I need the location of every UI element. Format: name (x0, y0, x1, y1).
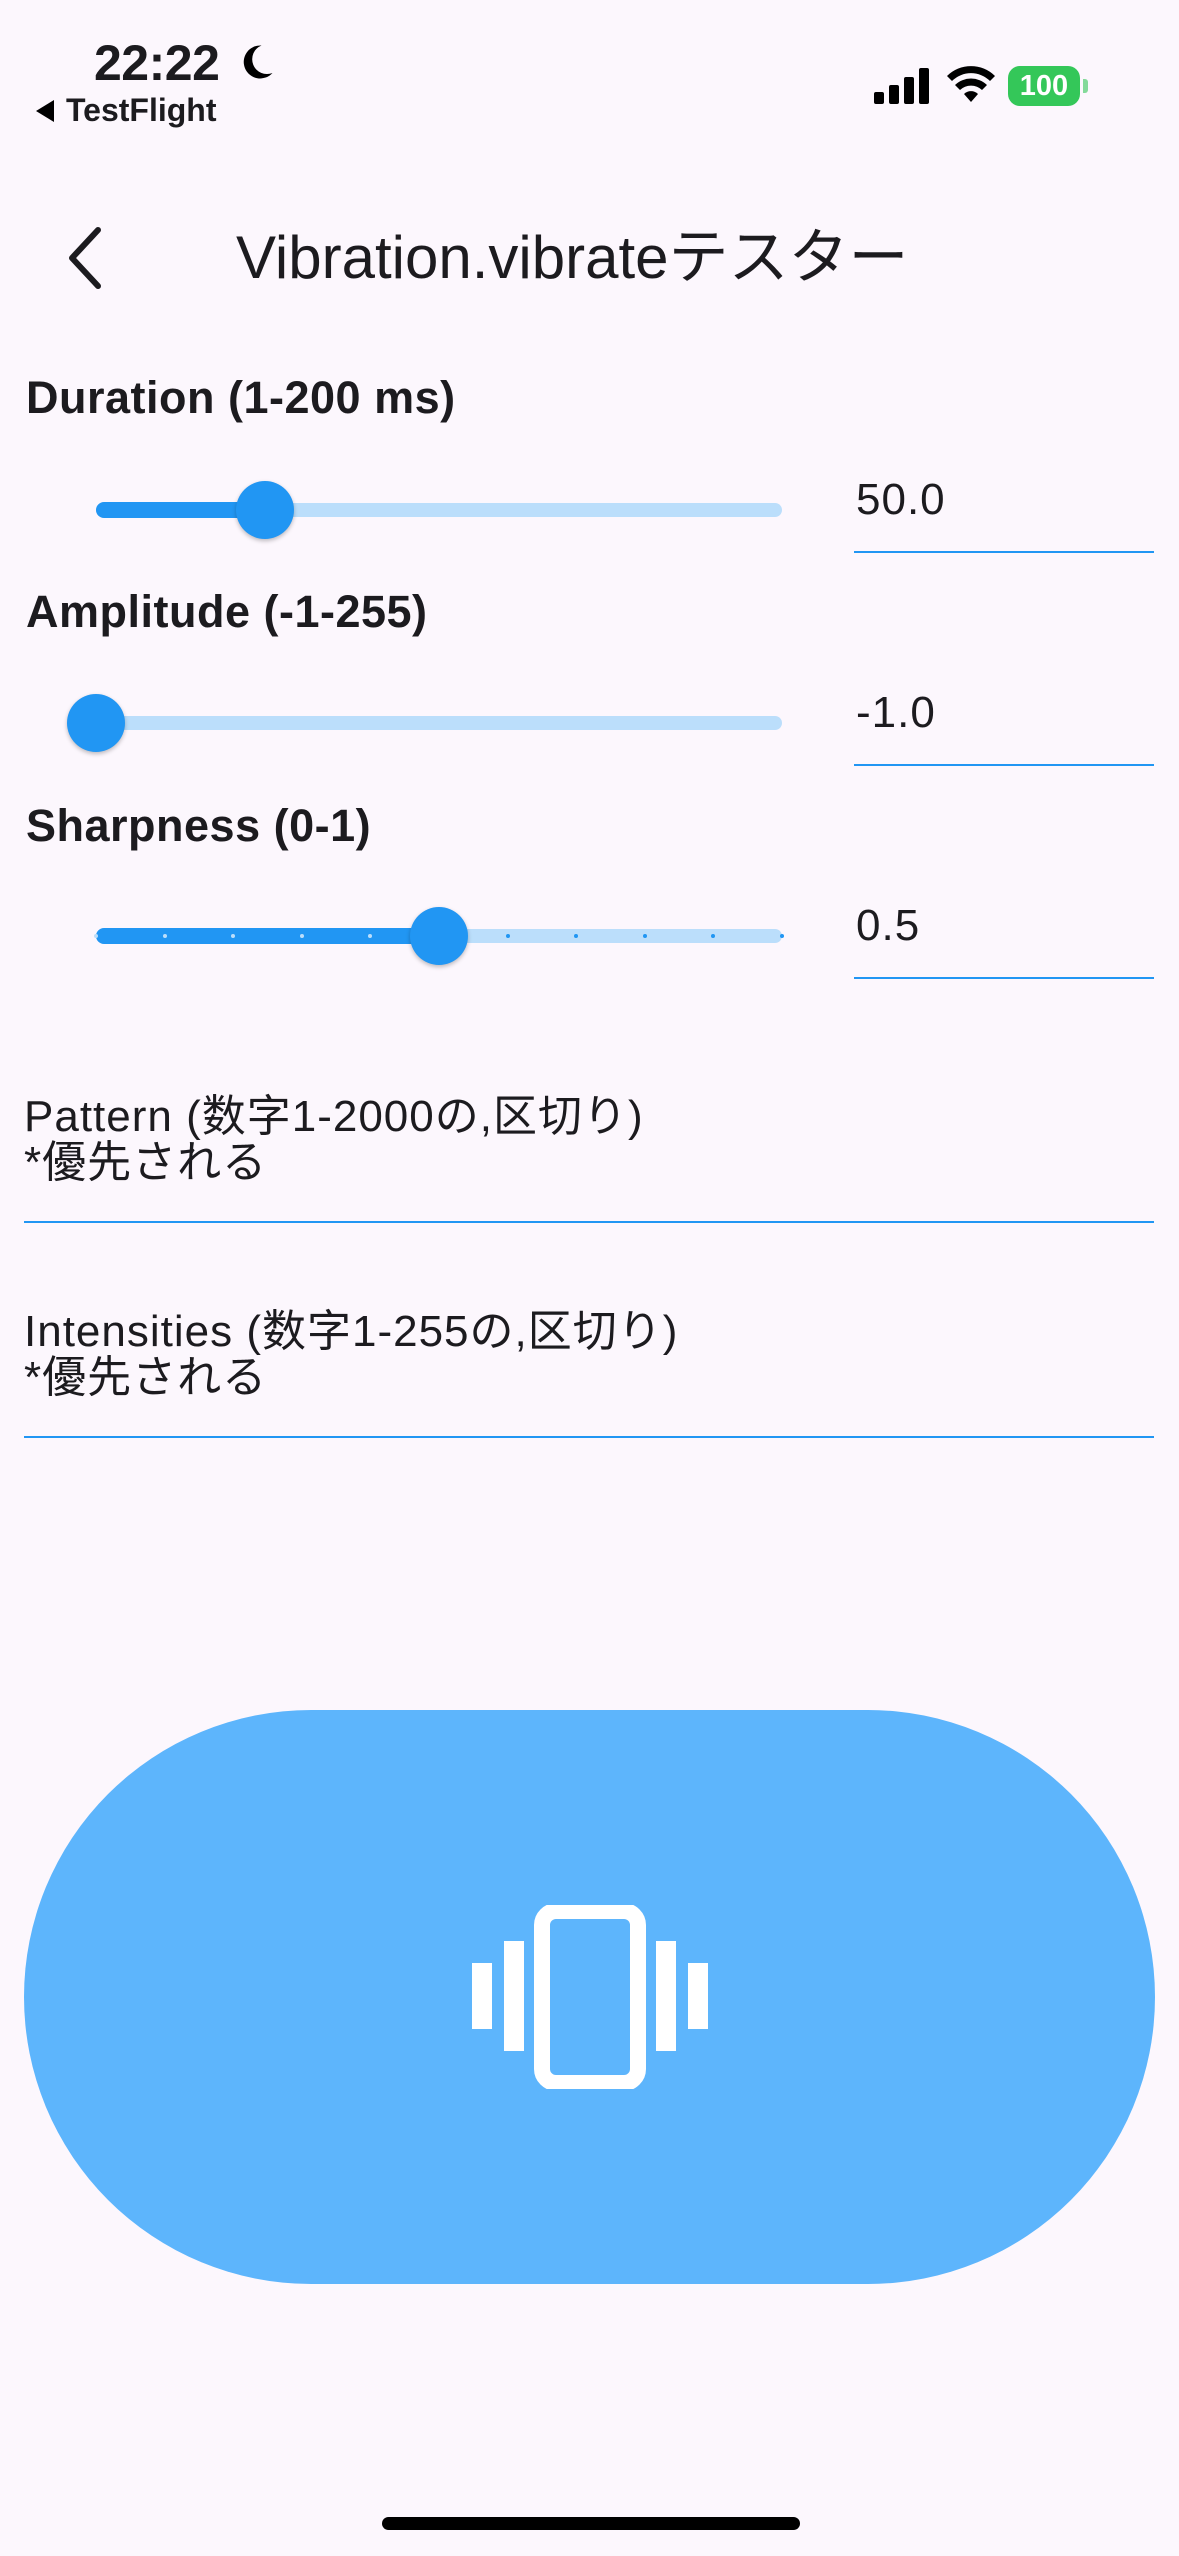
sharpness-value-field[interactable]: 0.5 (854, 893, 1154, 979)
sharpness-value: 0.5 (856, 901, 921, 950)
amplitude-slider[interactable] (67, 694, 782, 752)
pattern-input[interactable]: Pattern (数字1-2000の,区切り) *優先される (24, 1094, 1154, 1223)
duration-value-field[interactable]: 50.0 (854, 467, 1154, 553)
intensities-label-line1: Intensities (数字1-255の,区切り) (24, 1307, 679, 1356)
battery-level: 100 (1008, 66, 1080, 106)
back-triangle-icon (36, 99, 54, 122)
vibration-icon (471, 1905, 708, 2089)
intensities-label-line2: *優先される (24, 1353, 268, 1402)
duration-value: 50.0 (856, 475, 946, 524)
pattern-label-line1: Pattern (数字1-2000の,区切り) (24, 1092, 644, 1141)
cellular-signal-icon (874, 68, 929, 104)
amplitude-value-field[interactable]: -1.0 (854, 680, 1154, 766)
slider-tick (780, 934, 784, 938)
slider-track-active (96, 928, 439, 944)
vibrate-button[interactable] (24, 1710, 1155, 2284)
amplitude-label: Amplitude (-1-255) (26, 586, 428, 637)
intensities-input[interactable]: Intensities (数字1-255の,区切り) *優先される (24, 1309, 1154, 1438)
slider-tick (299, 934, 304, 938)
back-button[interactable] (50, 222, 122, 294)
slider-tick (94, 934, 98, 938)
amplitude-value: -1.0 (856, 688, 936, 737)
sharpness-label: Sharpness (0-1) (26, 800, 372, 851)
pattern-label-line2: *優先される (24, 1138, 268, 1187)
duration-label: Duration (1-200 ms) (26, 372, 456, 423)
slider-tick (505, 934, 510, 938)
moon-icon (243, 45, 273, 79)
slider-tick (162, 934, 167, 938)
wifi-icon (947, 66, 995, 102)
page-title: Vibration.vibrateテスター (236, 224, 909, 291)
status-time: 22:22 (94, 35, 220, 91)
home-indicator[interactable] (382, 2517, 800, 2530)
slider-thumb[interactable] (67, 694, 125, 752)
slider-thumb[interactable] (410, 907, 468, 965)
battery-icon: 100 (1008, 66, 1088, 106)
slider-thumb[interactable] (235, 481, 294, 539)
slider-track-inactive (96, 716, 782, 730)
duration-slider[interactable] (96, 481, 782, 539)
sharpness-slider[interactable] (94, 907, 784, 965)
back-app-label: TestFlight (66, 92, 217, 128)
back-to-app-link[interactable]: TestFlight (36, 92, 217, 129)
slider-tick (642, 934, 647, 938)
chevron-left-icon (69, 227, 101, 289)
